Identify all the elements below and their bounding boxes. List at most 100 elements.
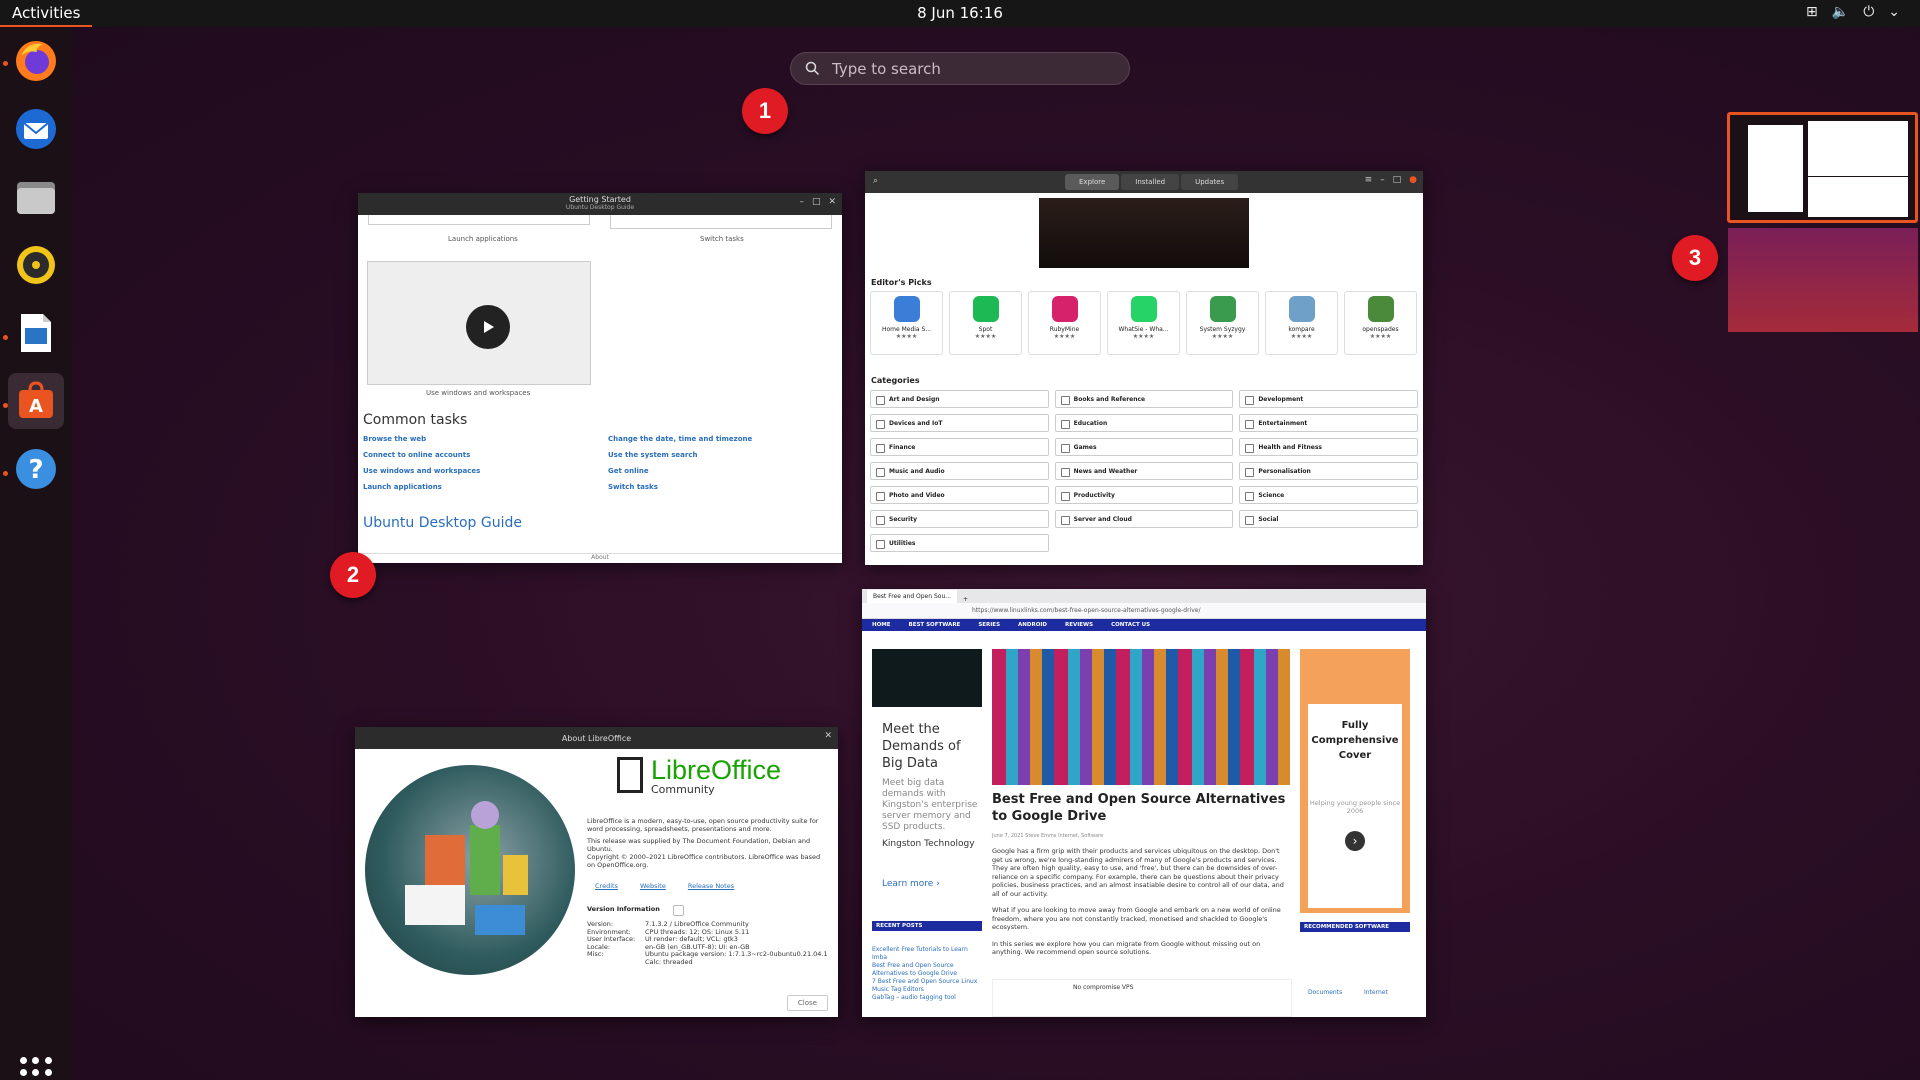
browser-tab[interactable]: Best Free and Open Sou... [867, 590, 957, 603]
getting-started-titlebar[interactable]: Getting Started Ubuntu Desktop Guide – □ ✕ [358, 193, 842, 215]
release-notes-link[interactable]: Release Notes [688, 882, 734, 890]
about-libreoffice-window[interactable]: About LibreOffice ✕ LibreOffice Communit… [355, 727, 838, 1017]
site-nav-item[interactable]: CONTACT US [1111, 622, 1150, 631]
video-thumbnail[interactable] [367, 261, 591, 385]
task-link[interactable]: Launch applications [363, 483, 588, 491]
maximize-icon[interactable]: □ [812, 197, 821, 207]
recent-post-link[interactable]: Excellent Free Tutorials to Learn Imba [872, 946, 982, 962]
menu-icon[interactable]: ≡ [1365, 175, 1373, 185]
search-input[interactable]: Type to search [790, 52, 1130, 85]
site-nav-item[interactable]: BEST SOFTWARE [909, 622, 961, 631]
power-icon[interactable]: ⏻ [1863, 4, 1874, 20]
maximize-icon[interactable]: □ [1393, 175, 1402, 185]
category-button[interactable]: Art and Design [870, 390, 1049, 408]
rhythmbox-icon[interactable] [8, 237, 64, 293]
category-button[interactable]: Social [1239, 510, 1418, 528]
kingston-ad[interactable]: Meet the Demands of Big Data Meet big da… [872, 649, 982, 939]
recent-post-link[interactable]: Best Free and Open Source Alternatives t… [872, 962, 982, 978]
close-button[interactable]: Close [786, 995, 828, 1011]
thunderbird-icon[interactable] [8, 101, 64, 157]
chevron-down-icon[interactable]: ⌄ [1888, 4, 1900, 20]
task-link[interactable]: Use the system search [608, 451, 833, 459]
about-link[interactable]: About [358, 553, 842, 563]
app-card[interactable]: RubyMine ★★★★ [1028, 291, 1101, 355]
system-tray[interactable]: ⊞ 🔈 ⏻ ⌄ [1806, 4, 1900, 20]
new-tab-icon[interactable]: + [963, 596, 968, 603]
category-button[interactable]: Personalisation [1239, 462, 1418, 480]
category-button[interactable]: Security [870, 510, 1049, 528]
category-button[interactable]: Science [1239, 486, 1418, 504]
app-card[interactable]: Spot ★★★★ [949, 291, 1022, 355]
category-button[interactable]: Finance [870, 438, 1049, 456]
recent-post-link[interactable]: GabTag – audio tagging tool [872, 994, 982, 1002]
app-card[interactable]: System Syzygy ★★★★ [1186, 291, 1259, 355]
close-icon[interactable]: ✕ [828, 197, 836, 207]
arrow-right-icon[interactable]: › [1345, 831, 1365, 851]
close-icon[interactable]: ● [1409, 175, 1417, 185]
about-titlebar[interactable]: About LibreOffice ✕ [355, 727, 838, 749]
task-link[interactable]: Browse the web [363, 435, 588, 443]
window-controls[interactable]: ≡ – □ ● [1365, 175, 1417, 185]
minimize-icon[interactable]: – [799, 197, 804, 207]
site-nav-item[interactable]: SERIES [978, 622, 1000, 631]
learn-more-link[interactable]: Learn more › [882, 879, 982, 889]
app-card[interactable]: WhatSie - Wha... ★★★★ [1107, 291, 1180, 355]
getting-started-window[interactable]: Getting Started Ubuntu Desktop Guide – □ ✕… [358, 193, 842, 563]
category-button[interactable]: Photo and Video [870, 486, 1049, 504]
category-button[interactable]: Music and Audio [870, 462, 1049, 480]
url-text[interactable]: https://www.linuxlinks.com/best-free-ope… [972, 607, 1201, 614]
url-bar[interactable]: https://www.linuxlinks.com/best-free-ope… [862, 603, 1426, 619]
network-icon[interactable]: ⊞ [1806, 4, 1818, 20]
clock[interactable]: 8 Jun 16:16 [917, 4, 1003, 22]
app-card[interactable]: openspades ★★★★ [1344, 291, 1417, 355]
task-link[interactable]: Switch tasks [608, 483, 833, 491]
task-link[interactable]: Change the date, time and timezone [608, 435, 833, 443]
category-button[interactable]: Server and Cloud [1054, 510, 1234, 528]
volume-icon[interactable]: 🔈 [1832, 4, 1849, 20]
tab-explore[interactable]: Explore [1065, 174, 1120, 190]
desktop-guide-link[interactable]: Ubuntu Desktop Guide [363, 515, 522, 531]
libreoffice-writer-icon[interactable] [8, 305, 64, 361]
window-controls[interactable]: ✕ [824, 731, 832, 741]
site-nav-item[interactable]: HOME [872, 622, 891, 631]
recent-post-link[interactable]: 7 Best Free and Open Source Linux Music … [872, 978, 982, 994]
site-nav-item[interactable]: REVIEWS [1065, 622, 1093, 631]
tab-updates[interactable]: Updates [1181, 174, 1239, 190]
vps-ad[interactable]: No compromise VPS [992, 979, 1292, 1017]
category-button[interactable]: Devices and IoT [870, 414, 1049, 432]
website-link[interactable]: Website [640, 882, 666, 890]
app-card[interactable]: Home Media S... ★★★★ [870, 291, 943, 355]
category-button[interactable]: Health and Fitness [1239, 438, 1418, 456]
category-button[interactable]: Entertainment [1239, 414, 1418, 432]
task-link[interactable]: Get online [608, 467, 833, 475]
category-button[interactable]: Productivity [1054, 486, 1234, 504]
site-nav-item[interactable]: ANDROID [1018, 622, 1047, 631]
close-icon[interactable]: ✕ [824, 731, 832, 741]
minimize-icon[interactable]: – [1380, 175, 1385, 185]
help-icon[interactable]: ? [8, 441, 64, 497]
ubuntu-software-window[interactable]: ⌕ Explore Installed Updates ≡ – □ ● Editor'… [865, 171, 1423, 565]
category-button[interactable]: Education [1054, 414, 1234, 432]
credits-link[interactable]: Credits [595, 882, 618, 890]
featured-banner[interactable] [1039, 198, 1249, 268]
task-link[interactable]: Connect to online accounts [363, 451, 588, 459]
workspace-thumbnail[interactable] [1728, 228, 1918, 332]
play-icon[interactable] [466, 305, 510, 349]
firefox-window[interactable]: Best Free and Open Sou... + https://www.… [862, 589, 1426, 1017]
category-button[interactable]: Games [1054, 438, 1234, 456]
task-link[interactable]: Use windows and workspaces [363, 467, 588, 475]
window-controls[interactable]: – □ ✕ [799, 197, 836, 207]
search-icon[interactable]: ⌕ [873, 176, 878, 186]
activities-button[interactable]: Activities [0, 0, 93, 27]
category-button[interactable]: News and Weather [1054, 462, 1234, 480]
category-button[interactable]: Utilities [870, 534, 1049, 552]
software-headerbar[interactable]: ⌕ Explore Installed Updates ≡ – □ ● [865, 171, 1423, 193]
tab-installed[interactable]: Installed [1121, 174, 1180, 190]
category-button[interactable]: Development [1239, 390, 1418, 408]
rec-internet[interactable]: Internet [1364, 989, 1388, 996]
files-icon[interactable] [8, 169, 64, 225]
rec-documents[interactable]: Documents [1308, 989, 1342, 996]
app-card[interactable]: kompare ★★★★ [1265, 291, 1338, 355]
copy-icon[interactable] [673, 905, 684, 916]
category-button[interactable]: Books and Reference [1054, 390, 1234, 408]
